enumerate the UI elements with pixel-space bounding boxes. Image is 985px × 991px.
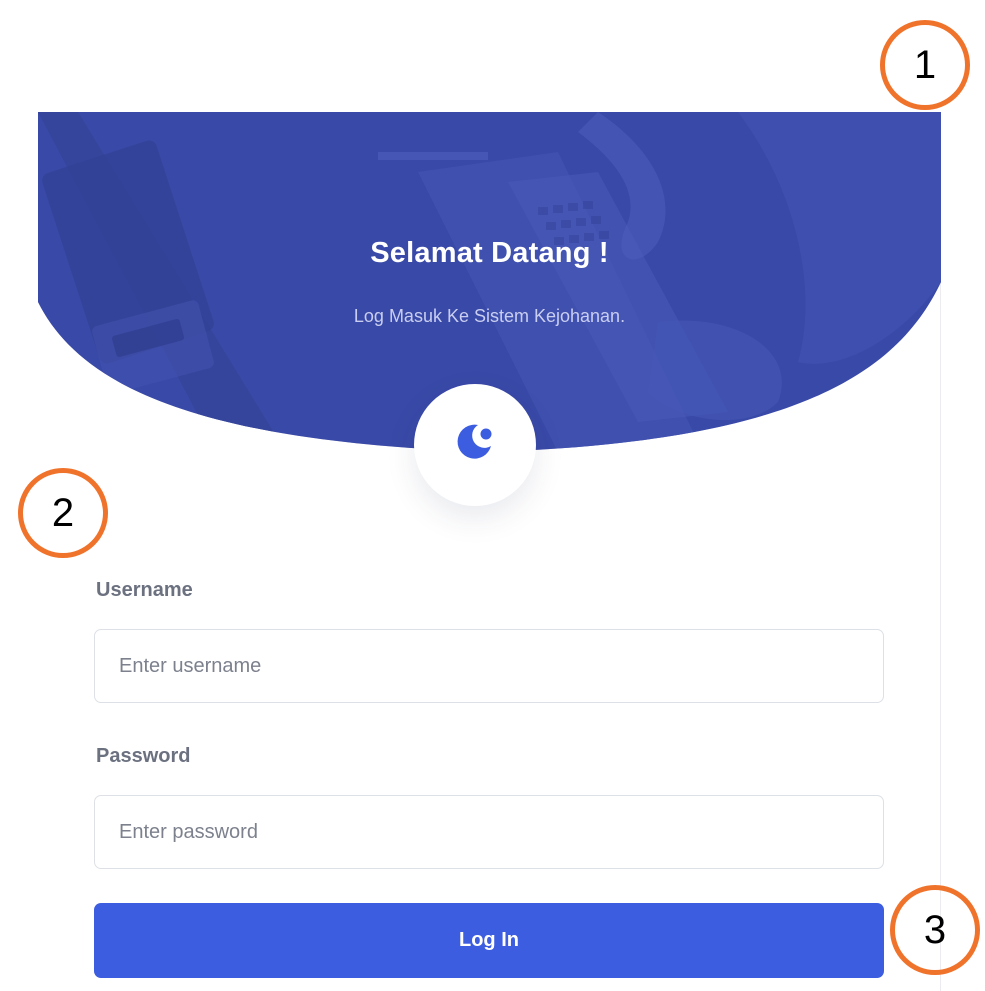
annotation-marker-3: 3 — [890, 885, 980, 975]
login-button[interactable]: Log In — [94, 903, 884, 978]
welcome-subtitle: Log Masuk Ke Sistem Kejohanan. — [353, 306, 626, 326]
logo-icon — [457, 424, 492, 459]
annotation-marker-2: 2 — [18, 468, 108, 558]
password-input[interactable] — [94, 795, 884, 869]
password-label: Password — [96, 745, 191, 767]
welcome-title: Selamat Datang ! — [370, 237, 609, 269]
username-input[interactable] — [94, 629, 884, 703]
logo-badge — [414, 384, 536, 506]
annotation-marker-1: 1 — [880, 20, 970, 110]
login-page: Selamat Datang ! Log Masuk Ke Sistem Kej… — [0, 0, 985, 991]
username-label: Username — [96, 579, 193, 601]
